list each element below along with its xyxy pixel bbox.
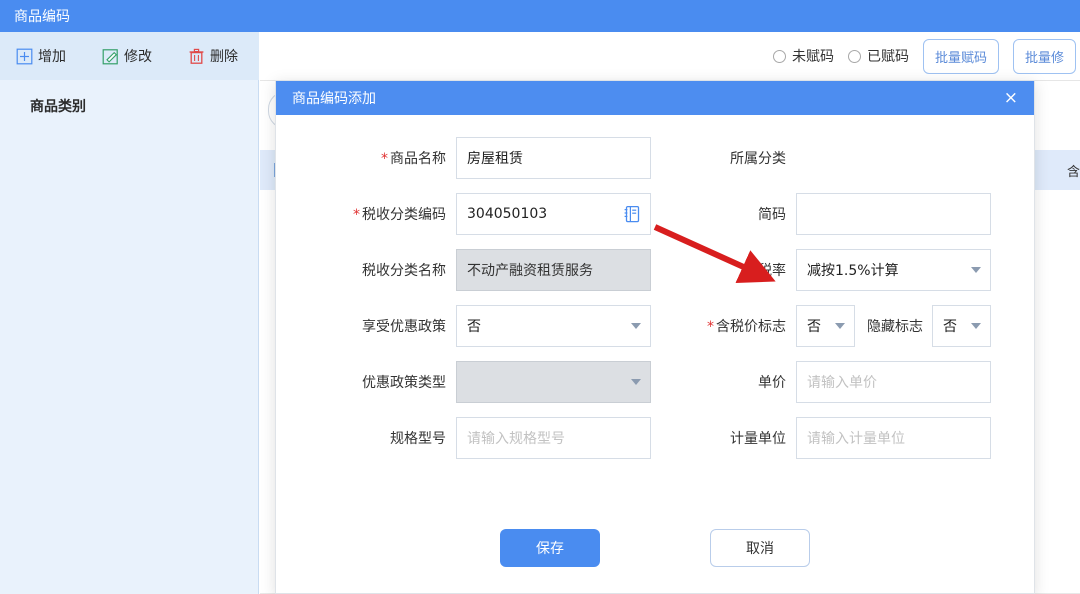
tax-class-code-input[interactable]: 304050103 <box>456 193 651 235</box>
radio-circle-icon <box>772 49 786 63</box>
sidebar: 增加 修改 删除 商品类别 <box>0 32 259 594</box>
product-name-label: * 商品名称 <box>381 151 446 167</box>
sidebar-section-label: 商品类别 <box>30 99 86 115</box>
radio-uncoded[interactable]: 未赋码 <box>772 46 834 66</box>
tax-rate-value: 减按1.5%计算 <box>807 263 899 279</box>
radio-circle-icon <box>847 49 861 63</box>
dialog-title: 商品编码添加 <box>292 91 376 107</box>
tax-rate-select[interactable]: 减按1.5%计算 <box>796 249 991 291</box>
hidden-flag-label: 隐藏标志 <box>867 319 923 335</box>
table-header-cell-0: 含 <box>1066 164 1080 180</box>
edit-button-label: 修改 <box>124 49 152 65</box>
enjoy-policy-select[interactable]: 否 <box>456 305 651 347</box>
required-asterisk: * <box>749 263 756 279</box>
measure-unit-label: 计量单位 <box>730 431 786 447</box>
batch-assign-code-button[interactable]: 批量赋码 <box>922 38 999 74</box>
app-root: 商品编码 增加 修改 删除 商品类别 未赋码 已赋码 批量赋码 批量修 含 商品… <box>0 0 1080 594</box>
dialog-body: * 商品名称 房屋租赁 所属分类 * 税收分类编码 304050103 简码 税… <box>276 115 1034 594</box>
hidden-flag-value: 否 <box>943 319 957 335</box>
add-button[interactable]: 增加 <box>16 46 66 66</box>
edit-button[interactable]: 修改 <box>102 46 152 66</box>
policy-type-label: 优惠政策类型 <box>362 375 446 391</box>
tax-incl-flag-select[interactable]: 否 <box>796 305 855 347</box>
delete-button[interactable]: 删除 <box>188 46 238 66</box>
tax-class-name-label: 税收分类名称 <box>362 263 446 279</box>
chevron-down-icon <box>631 323 641 329</box>
dialog-title-bar: 商品编码添加 × <box>276 81 1034 115</box>
short-code-input[interactable] <box>796 193 991 235</box>
measure-unit-input[interactable]: 请输入计量单位 <box>796 417 991 459</box>
plus-square-icon <box>16 48 33 65</box>
required-asterisk: * <box>707 319 714 335</box>
tax-incl-flag-label: * 含税价标志 <box>707 319 786 335</box>
required-asterisk: * <box>353 207 360 223</box>
book-lookup-icon[interactable] <box>622 204 642 224</box>
chevron-down-icon <box>971 323 981 329</box>
flags-group: 否 隐藏标志 否 <box>796 305 991 347</box>
required-asterisk: * <box>381 151 388 167</box>
close-icon[interactable]: × <box>1002 89 1020 107</box>
app-title: 商品编码 <box>14 9 70 25</box>
app-title-bar: 商品编码 <box>0 0 1080 32</box>
policy-type-select[interactable] <box>456 361 651 403</box>
enjoy-policy-value: 否 <box>467 319 481 335</box>
spec-model-input[interactable]: 请输入规格型号 <box>456 417 651 459</box>
spec-model-label: 规格型号 <box>390 431 446 447</box>
chevron-down-icon <box>971 267 981 273</box>
enjoy-policy-label: 享受优惠政策 <box>362 319 446 335</box>
sidebar-toolbar: 增加 修改 删除 <box>0 32 259 80</box>
tax-class-code-value: 304050103 <box>467 206 548 222</box>
cancel-button[interactable]: 取消 <box>710 529 810 567</box>
unit-price-input[interactable]: 请输入单价 <box>796 361 991 403</box>
short-code-label: 简码 <box>758 207 786 223</box>
sidebar-section-product-category[interactable]: 商品类别 <box>0 80 259 116</box>
hidden-flag-select[interactable]: 否 <box>932 305 991 347</box>
chevron-down-icon <box>631 379 641 385</box>
radio-coded-label: 已赋码 <box>866 49 909 65</box>
edit-pencil-icon <box>102 48 119 65</box>
radio-coded[interactable]: 已赋码 <box>847 46 909 66</box>
tax-class-name-input: 不动产融资租赁服务 <box>456 249 651 291</box>
unit-price-label: 单价 <box>758 375 786 391</box>
product-form: * 商品名称 房屋租赁 所属分类 * 税收分类编码 304050103 简码 税… <box>276 137 1034 459</box>
tax-incl-flag-value: 否 <box>807 319 821 335</box>
batch-modify-button[interactable]: 批量修 <box>1012 38 1076 74</box>
main-toolbar: 未赋码 已赋码 批量赋码 批量修 <box>260 32 1080 81</box>
add-product-code-dialog: 商品编码添加 × * 商品名称 房屋租赁 所属分类 * 税收分类编码 3040501… <box>275 80 1035 594</box>
save-button[interactable]: 保存 <box>500 529 600 567</box>
add-button-label: 增加 <box>38 49 66 65</box>
dialog-footer: 保存 取消 <box>276 529 1034 567</box>
category-label: 所属分类 <box>730 151 786 167</box>
tax-class-code-label: * 税收分类编码 <box>353 207 446 223</box>
product-name-input[interactable]: 房屋租赁 <box>456 137 651 179</box>
chevron-down-icon <box>835 323 845 329</box>
delete-button-label: 删除 <box>210 49 238 65</box>
tax-rate-label: * 税率 <box>749 263 786 279</box>
trash-icon <box>188 48 205 65</box>
radio-uncoded-label: 未赋码 <box>791 49 834 65</box>
